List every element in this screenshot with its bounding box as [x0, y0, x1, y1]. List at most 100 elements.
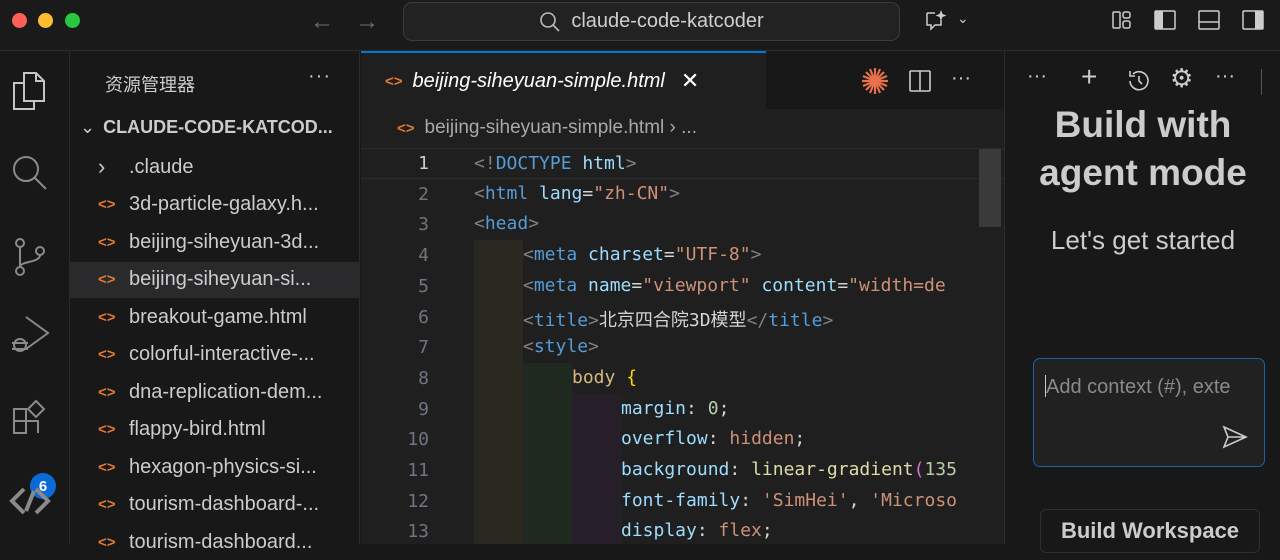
code-line: 4 <meta charset="UTF-8">	[361, 240, 1004, 272]
extensions-icon[interactable]	[8, 397, 52, 441]
explorer-sidebar: 资源管理器 ··· ⌄ CLAUDE-CODE-KATCOD... › .claud…	[70, 51, 360, 553]
file-item-label: beijing-siheyuan-si...	[129, 268, 312, 290]
file-item[interactable]: › .claude	[70, 149, 359, 185]
file-item[interactable]: <> 3d-particle-galaxy.h...	[70, 187, 359, 223]
toggle-primary-sidebar-icon[interactable]	[1153, 8, 1177, 32]
chat-more-right-button[interactable]: ···	[1215, 65, 1235, 88]
code-line: 5 <meta name="viewport" content="width=de	[361, 270, 1004, 302]
code-token: <	[523, 309, 534, 331]
code-line: 13 display: flex;	[361, 516, 1004, 544]
history-icon[interactable]	[1126, 68, 1152, 94]
code-token: "width=de	[848, 274, 946, 296]
code-token: <	[523, 274, 534, 296]
line-number: 2	[418, 183, 429, 205]
file-item[interactable]: <> hexagon-physics-si...	[70, 449, 359, 485]
file-item[interactable]: <> beijing-siheyuan-si...	[70, 261, 359, 298]
remote-explorer-icon[interactable]	[8, 479, 52, 523]
file-item-label: dna-replication-dem...	[129, 380, 323, 403]
indent-guide	[523, 393, 572, 425]
html-file-icon: <>	[98, 421, 116, 438]
indent-guide	[474, 516, 523, 544]
code-token: =	[837, 274, 849, 296]
chevron-right-icon: ›	[98, 154, 106, 179]
back-arrow-icon[interactable]: ←	[310, 8, 334, 36]
search-icon[interactable]	[8, 151, 52, 195]
explorer-icon[interactable]	[8, 69, 52, 113]
file-item[interactable]: <> flappy-bird.html	[70, 412, 359, 448]
indent-guide	[474, 270, 523, 302]
code-token: hidden	[729, 428, 795, 450]
toggle-secondary-sidebar-icon[interactable]	[1241, 8, 1265, 32]
file-item-label: .claude	[129, 155, 194, 178]
code-token: {	[615, 366, 638, 388]
code-text: body {	[572, 367, 637, 388]
customize-layout-icon[interactable]	[1110, 8, 1134, 32]
indent-guide	[523, 362, 572, 394]
split-editor-icon[interactable]	[908, 69, 932, 93]
code-token: name	[577, 274, 632, 296]
code-line: 6 <title>北京四合院3D模型</title>	[361, 301, 1004, 333]
build-workspace-button[interactable]: Build Workspace	[1040, 509, 1260, 553]
file-item[interactable]: <> colorful-interactive-...	[70, 337, 359, 373]
indent-guide	[523, 516, 572, 544]
code-token: lang	[528, 182, 583, 204]
code-token: charset	[577, 244, 664, 266]
file-item-label: tourism-dashboard...	[129, 530, 313, 553]
forward-arrow-icon[interactable]: →	[355, 8, 379, 36]
code-text: <!DOCTYPE html>	[474, 153, 637, 174]
code-line: 7 <style>	[361, 332, 1004, 364]
send-icon[interactable]	[1222, 425, 1248, 449]
editor-more-button[interactable]: ···	[951, 67, 971, 90]
scrollbar-thumb[interactable]	[979, 149, 1001, 227]
command-center-search[interactable]: claude-code-katcoder	[403, 2, 900, 41]
file-item[interactable]: <> beijing-siheyuan-3d...	[70, 224, 359, 260]
new-chat-icon[interactable]: +	[1081, 61, 1097, 93]
code-token: style	[533, 336, 589, 358]
line-number: 6	[418, 306, 429, 328]
code-token: title	[533, 309, 589, 331]
close-window-button[interactable]	[12, 13, 27, 28]
code-line: 3 <head>	[361, 209, 1004, 240]
file-item[interactable]: <> breakout-game.html	[70, 299, 359, 335]
breadcrumb-rest[interactable]: › ...	[670, 117, 697, 138]
maximize-window-button[interactable]	[65, 13, 80, 28]
code-token: "viewport"	[642, 274, 751, 296]
settings-gear-icon[interactable]: ⚙	[1170, 63, 1193, 94]
code-token: =	[582, 182, 594, 204]
code-token: ;	[761, 520, 773, 542]
indent-guide	[523, 424, 572, 456]
code-text: background: linear-gradient(135	[621, 459, 957, 480]
chat-more-left-button[interactable]: ···	[1027, 65, 1047, 88]
chevron-down-icon[interactable]: ⌄	[957, 10, 969, 27]
code-editor[interactable]: 1 <!DOCTYPE html> 2 <html lang="zh-CN"> 3 <he…	[361, 148, 1004, 544]
minimize-window-button[interactable]	[38, 13, 53, 28]
code-token: "UTF-8"	[674, 244, 751, 266]
workspace-root-folder[interactable]: ⌄ CLAUDE-CODE-KATCOD...	[80, 117, 333, 138]
code-token: background	[621, 459, 730, 480]
close-icon[interactable]: ✕	[681, 68, 699, 94]
html-file-icon: <>	[98, 496, 116, 513]
indent-guide	[474, 301, 523, 333]
code-text: <html lang="zh-CN">	[474, 183, 680, 204]
indent-guide	[572, 516, 621, 544]
source-control-icon[interactable]	[8, 235, 52, 279]
code-token: =	[663, 244, 675, 266]
breadcrumb-file[interactable]: beijing-siheyuan-simple.html	[425, 117, 665, 138]
indent-guide	[474, 424, 523, 456]
file-item[interactable]: <> tourism-dashboard...	[70, 524, 359, 560]
line-number: 4	[418, 245, 429, 267]
tab-beijing-siheyuan-simple[interactable]: <> beijing-siheyuan-simple.html ✕	[361, 51, 766, 109]
code-token: :	[729, 459, 752, 480]
tab-label: beijing-siheyuan-simple.html	[412, 69, 665, 92]
claude-sparkle-icon[interactable]	[861, 67, 889, 95]
copilot-chat-icon[interactable]	[924, 8, 948, 32]
file-item[interactable]: <> dna-replication-dem...	[70, 374, 359, 410]
explorer-more-button[interactable]: ···	[308, 65, 331, 88]
toggle-panel-icon[interactable]	[1197, 8, 1221, 32]
indent-guide	[572, 393, 621, 425]
html-file-icon: <>	[98, 271, 116, 288]
file-item[interactable]: <> tourism-dashboard-...	[70, 487, 359, 523]
title-bar: ← → claude-code-katcoder ⌄	[0, 0, 1280, 51]
run-debug-icon[interactable]	[8, 313, 52, 357]
chat-input[interactable]: Add context (#), exte	[1033, 358, 1265, 467]
